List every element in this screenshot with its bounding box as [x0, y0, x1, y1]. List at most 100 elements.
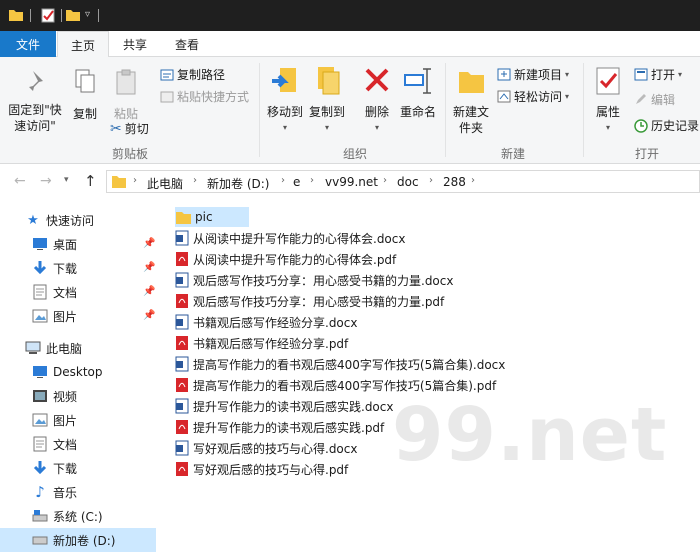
- folder-icon[interactable]: [8, 8, 24, 22]
- nav-item-videos[interactable]: 视频: [0, 384, 156, 408]
- nav-label: 新加卷 (D:): [53, 533, 116, 548]
- copy-button[interactable]: 复制: [68, 69, 102, 122]
- cut-label: 剪切: [124, 122, 149, 136]
- list-item-folder-pic[interactable]: pic: [175, 207, 249, 227]
- back-arrow-icon[interactable]: ←: [14, 173, 26, 189]
- forward-arrow-icon[interactable]: →: [40, 173, 52, 189]
- nav-label: 文档: [53, 285, 78, 300]
- breadcrumb-doc[interactable]: doc: [397, 175, 419, 189]
- list-item[interactable]: 书籍观后感写作经验分享.docx: [175, 312, 357, 332]
- group-separator: [445, 63, 446, 157]
- list-item[interactable]: 写好观后感的技巧与心得.pdf: [175, 459, 348, 479]
- chevron-right-icon[interactable]: ›: [133, 175, 137, 186]
- new-item-label: 新建项目: [514, 68, 563, 82]
- easy-access-label: 轻松访问: [514, 90, 563, 104]
- pin-icon: 📌: [143, 286, 156, 297]
- nav-item-documents-pc[interactable]: 文档: [0, 432, 156, 456]
- list-item[interactable]: 从阅读中提升写作能力的心得体会.docx: [175, 228, 405, 248]
- recent-locations-chevron-icon[interactable]: ▾: [64, 175, 69, 185]
- customize-toolbar-icon[interactable]: ▿: [85, 9, 90, 20]
- paste-button[interactable]: 粘贴: [106, 69, 146, 122]
- nav-quick-access[interactable]: ★ 快速访问: [0, 208, 156, 232]
- paste-shortcut-button[interactable]: 粘贴快捷方式: [160, 88, 249, 105]
- file-name: 提升写作能力的读书观后感实践.pdf: [193, 420, 385, 435]
- open-button[interactable]: 打开 ▾: [634, 66, 682, 83]
- chevron-right-icon[interactable]: ›: [281, 175, 285, 186]
- new-folder-button[interactable]: 新建文件夹: [450, 65, 492, 136]
- tab-share[interactable]: 共享: [109, 31, 161, 57]
- new-item-button[interactable]: 新建项目 ▾: [497, 66, 569, 83]
- new-folder-icon[interactable]: [65, 8, 81, 22]
- list-item[interactable]: 写好观后感的技巧与心得.docx: [175, 438, 357, 458]
- nav-item-music[interactable]: ♪ 音乐: [0, 480, 156, 504]
- nav-item-drive-d[interactable]: 新加卷 (D:): [0, 528, 156, 552]
- nav-this-pc[interactable]: 此电脑: [0, 336, 156, 360]
- nav-item-pictures-pc[interactable]: 图片: [0, 408, 156, 432]
- breadcrumb-vv99[interactable]: vv99.net: [325, 175, 378, 189]
- up-arrow-icon[interactable]: ↑: [84, 172, 97, 190]
- move-to-button[interactable]: 移动到 ▾: [264, 65, 306, 136]
- tab-home[interactable]: 主页: [57, 31, 109, 58]
- chevron-right-icon[interactable]: ›: [193, 175, 197, 186]
- list-item[interactable]: 提高写作能力的看书观后感400字写作技巧(5篇合集).docx: [175, 354, 505, 374]
- tab-file[interactable]: 文件: [0, 31, 56, 57]
- list-item[interactable]: 提升写作能力的读书观后感实践.pdf: [175, 417, 384, 437]
- properties-label: 属性: [595, 105, 620, 119]
- delete-button[interactable]: 删除 ▾: [360, 65, 394, 136]
- chevron-right-icon[interactable]: ›: [471, 175, 475, 186]
- scissors-icon: ✂: [110, 120, 122, 137]
- chevron-right-icon[interactable]: ›: [429, 175, 433, 186]
- nav-item-desktop[interactable]: 桌面 📌: [0, 232, 156, 256]
- breadcrumb-this-pc[interactable]: 此电脑: [147, 175, 183, 192]
- list-item[interactable]: 从阅读中提升写作能力的心得体会.pdf: [175, 249, 396, 269]
- copy-to-icon: [318, 67, 340, 95]
- new-item-icon: [497, 68, 511, 81]
- chevron-down-icon: ▾: [605, 123, 610, 132]
- nav-item-pictures[interactable]: 图片 📌: [0, 304, 156, 328]
- address-box[interactable]: › 此电脑 › 新加卷 (D:) › e › vv99.net › doc › …: [106, 170, 700, 193]
- pdf-icon: [176, 378, 188, 392]
- list-item[interactable]: 观后感写作技巧分享：用心感受书籍的力量.docx: [175, 270, 453, 290]
- pin-quick-access-label: 固定到"快速访问": [8, 103, 62, 133]
- breadcrumb-e[interactable]: e: [293, 175, 300, 189]
- pin-quick-access-button[interactable]: 固定到"快速访问": [4, 69, 66, 134]
- breadcrumb-drive-d[interactable]: 新加卷 (D:): [207, 175, 269, 192]
- delete-label: 删除: [364, 105, 389, 119]
- picture-icon: [32, 412, 48, 428]
- rename-button[interactable]: 重命名: [398, 65, 438, 120]
- chevron-down-icon: ▾: [374, 123, 379, 132]
- tab-view[interactable]: 查看: [161, 31, 213, 57]
- easy-access-icon: [497, 90, 511, 103]
- history-button[interactable]: 历史记录: [634, 117, 699, 134]
- folder-icon: [176, 212, 191, 224]
- list-item[interactable]: 观后感写作技巧分享：用心感受书籍的力量.pdf: [175, 291, 444, 311]
- breadcrumb-288[interactable]: 288: [443, 175, 466, 189]
- nav-item-downloads[interactable]: 下载 📌: [0, 256, 156, 280]
- chevron-right-icon[interactable]: ›: [383, 175, 387, 186]
- drive-icon: [32, 532, 48, 548]
- edit-button[interactable]: 编辑: [634, 91, 675, 108]
- star-icon: ★: [27, 212, 39, 228]
- nav-item-documents[interactable]: 文档 📌: [0, 280, 156, 304]
- copy-to-button[interactable]: 复制到 ▾: [306, 65, 348, 136]
- file-name: pic: [195, 210, 213, 224]
- file-name: 写好观后感的技巧与心得.pdf: [193, 462, 349, 477]
- word-doc-icon: [175, 398, 189, 414]
- list-item[interactable]: 书籍观后感写作经验分享.pdf: [175, 333, 348, 353]
- nav-item-downloads-pc[interactable]: 下载: [0, 456, 156, 480]
- nav-label: 系统 (C:): [53, 509, 103, 524]
- chevron-down-icon: ▾: [565, 70, 570, 79]
- ribbon-tabs: 文件 主页 共享 查看: [0, 31, 700, 58]
- easy-access-button[interactable]: 轻松访问 ▾: [497, 88, 569, 105]
- list-item[interactable]: 提升写作能力的读书观后感实践.docx: [175, 396, 393, 416]
- paste-shortcut-label: 粘贴快捷方式: [177, 90, 250, 104]
- properties-icon[interactable]: [40, 8, 56, 23]
- copy-path-button[interactable]: 复制路径: [160, 66, 225, 83]
- cut-button[interactable]: ✂ 剪切: [110, 120, 149, 137]
- chevron-right-icon[interactable]: ›: [310, 175, 314, 186]
- nav-item-desktop-pc[interactable]: Desktop: [0, 360, 156, 384]
- nav-label: 此电脑: [46, 341, 83, 356]
- copy-to-label: 复制到: [308, 105, 345, 119]
- nav-item-drive-c[interactable]: 系统 (C:): [0, 504, 156, 528]
- properties-button[interactable]: 属性 ▾: [588, 65, 628, 136]
